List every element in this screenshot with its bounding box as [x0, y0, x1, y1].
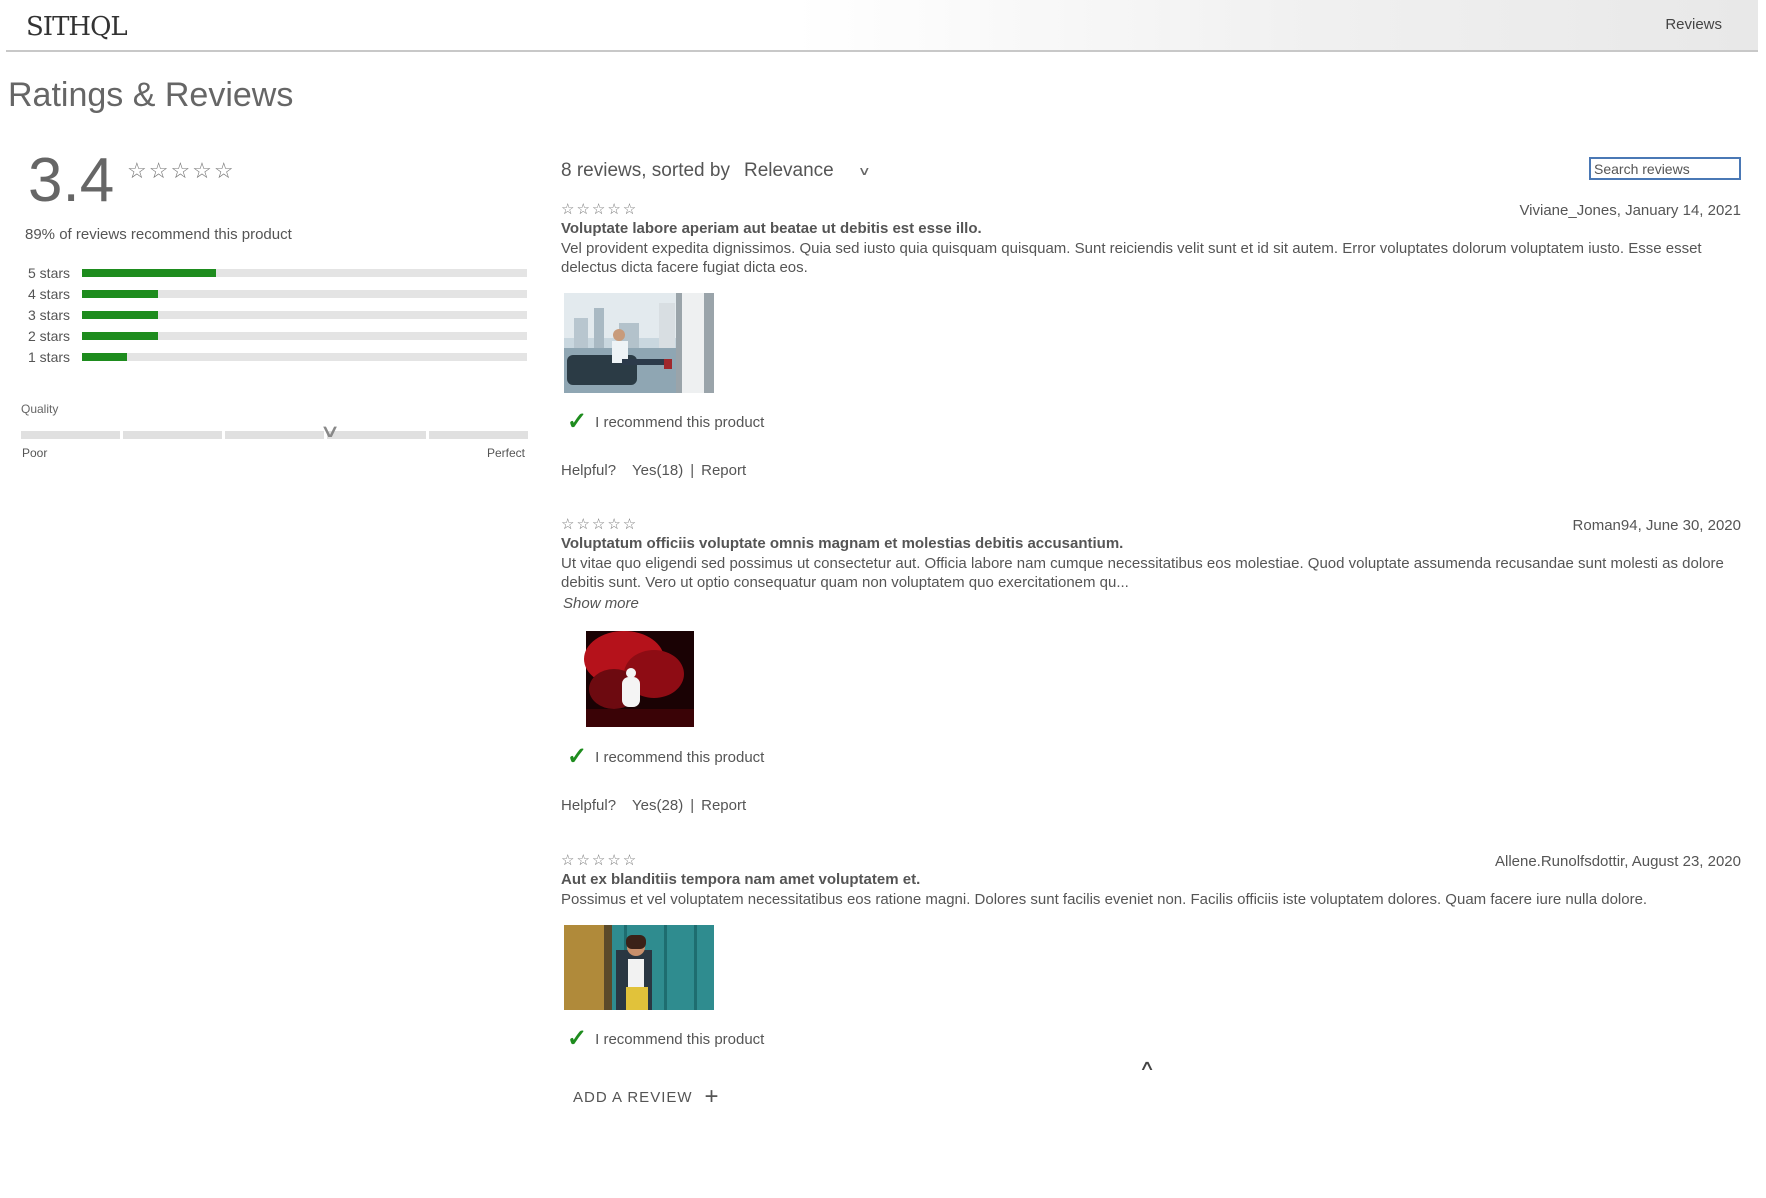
review-author-date: Viviane_Jones, January 14, 2021 [1519, 202, 1741, 219]
breakdown-label: 3 stars [28, 306, 71, 323]
helpful-label: Helpful? [561, 462, 617, 479]
review-summary: Voluptatum officiis voluptate omnis magn… [561, 535, 1124, 552]
breakdown-label: 1 stars [28, 348, 71, 365]
review-author-date: Roman94, June 30, 2020 [1572, 517, 1741, 534]
review-stars: ☆☆☆☆☆ [561, 201, 639, 218]
plus-icon: + [704, 1083, 720, 1110]
breakdown-label: 5 stars [28, 264, 71, 281]
helpful-label: Helpful? [561, 797, 617, 814]
review-summary: Voluptate labore aperiam aut beatae ut d… [561, 220, 982, 237]
check-icon: ✓ [567, 743, 588, 770]
report-button[interactable]: Report [701, 462, 746, 479]
characteristic-segment [21, 431, 120, 439]
review-body: Vel provident expedita dignissimos. Quia… [561, 240, 1702, 276]
helpful-separator: | [690, 797, 695, 814]
recommend-text: I recommend this product [595, 748, 765, 766]
review-photo[interactable] [564, 293, 714, 393]
review-recommend: ✓ I recommend this product [567, 410, 764, 434]
breakdown-bar-fill [82, 331, 158, 340]
review-body: Ut vitae quo eligendi sed possimus ut co… [561, 555, 1724, 591]
add-review-label: ADD A REVIEW [573, 1088, 693, 1106]
chevron-down-icon: ∨ [857, 164, 871, 178]
sort-value: Relevance [743, 160, 834, 181]
review-summary: Aut ex blanditiis tempora nam amet volup… [561, 871, 921, 888]
characteristic-marker-icon: ∨ [319, 421, 341, 441]
breakdown-bar-fill [82, 289, 158, 298]
site-header: SITHQL Reviews [6, 0, 1758, 52]
helpful-yes-button[interactable]: Yes(28) [632, 797, 683, 814]
characteristic-segment [429, 431, 528, 439]
review-photo-image [564, 293, 714, 393]
rating-breakdown: 5 stars 4 stars 3 stars 2 stars 1 stars [28, 262, 528, 367]
review-helpful: Helpful? Yes(18) | Report [561, 462, 746, 479]
review-photo[interactable] [564, 629, 714, 729]
review-helpful: Helpful? Yes(28) | Report [561, 797, 746, 814]
breakdown-bar-track [82, 331, 527, 340]
average-stars: ☆☆☆☆☆ [127, 158, 236, 183]
breakdown-bar-fill [82, 268, 216, 277]
average-rating: 3.4 [28, 146, 115, 215]
review-body: Possimus et vel voluptatem necessitatibu… [561, 891, 1648, 908]
characteristic-track [21, 431, 528, 439]
breakdown-bar-track [82, 289, 527, 298]
review-stars: ☆☆☆☆☆ [561, 852, 639, 869]
reviews-list-header: 8 reviews, sorted by Relevance ∨ [561, 160, 871, 182]
characteristic-segment [327, 431, 426, 439]
breakdown-row-5[interactable]: 5 stars [28, 262, 528, 283]
characteristic-low-label: Poor [22, 446, 48, 460]
breakdown-bar-track [82, 310, 527, 319]
breakdown-row-4[interactable]: 4 stars [28, 283, 528, 304]
characteristic-high-label: Perfect [487, 446, 526, 460]
review-recommend: ✓ I recommend this product [567, 745, 764, 769]
breakdown-bar-track [82, 352, 527, 361]
helpful-yes-button[interactable]: Yes(18) [632, 462, 683, 479]
breakdown-row-3[interactable]: 3 stars [28, 304, 528, 325]
page-title: Ratings & Reviews [8, 76, 294, 114]
search-input[interactable] [1589, 157, 1741, 180]
sort-dropdown[interactable]: Relevance ∨ [743, 160, 871, 182]
breakdown-bar-fill [82, 352, 127, 361]
breakdown-bar-track [82, 268, 527, 277]
breakdown-label: 2 stars [28, 327, 71, 344]
review-stars: ☆☆☆☆☆ [561, 516, 639, 533]
review-photo[interactable] [564, 925, 714, 1010]
helpful-separator: | [690, 462, 695, 479]
breakdown-bar-fill [82, 310, 158, 319]
breakdown-row-1[interactable]: 1 stars [28, 346, 528, 367]
review-photo-image [564, 925, 714, 1010]
characteristic-segment [225, 431, 324, 439]
report-button[interactable]: Report [701, 797, 746, 814]
review-count: 8 reviews, sorted by [561, 160, 730, 181]
recommend-text: I recommend this product [595, 413, 765, 431]
review-photo-image [564, 629, 714, 729]
add-review-button[interactable]: ADD A REVIEW + [573, 1085, 720, 1109]
breakdown-label: 4 stars [28, 285, 71, 302]
characteristic-name: Quality [21, 402, 59, 416]
check-icon: ✓ [567, 1025, 588, 1052]
show-more-link[interactable]: Show more [563, 595, 639, 612]
characteristic-segment [123, 431, 222, 439]
check-icon: ✓ [567, 408, 588, 435]
recommend-percentage: 89% of reviews recommend this product [25, 226, 292, 243]
recommend-text: I recommend this product [595, 1030, 765, 1048]
chevron-up-icon[interactable]: ∧ [1139, 1057, 1155, 1074]
review-author-date: Allene.Runolfsdottir, August 23, 2020 [1494, 853, 1741, 870]
breakdown-row-2[interactable]: 2 stars [28, 325, 528, 346]
logo[interactable]: SITHQL [26, 12, 128, 42]
nav-link-reviews[interactable]: Reviews [1665, 16, 1722, 33]
review-recommend: ✓ I recommend this product [567, 1027, 764, 1051]
